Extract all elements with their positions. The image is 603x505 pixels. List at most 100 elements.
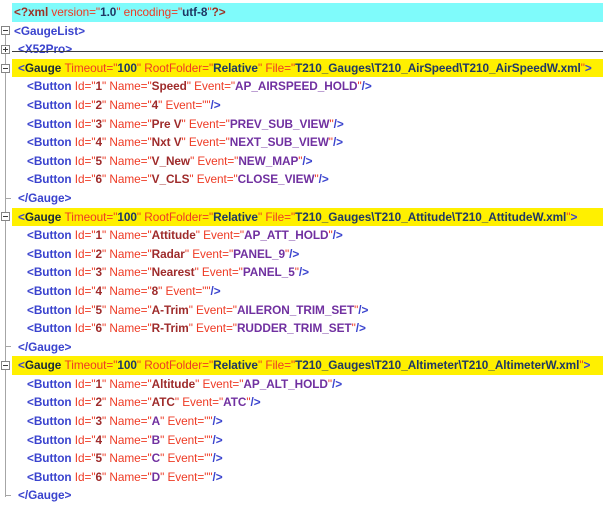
gaugelist-open-tag-line[interactable]: <GaugeList> — [0, 22, 603, 41]
event-value: B — [151, 432, 161, 447]
attribute-name: " Event=" — [195, 376, 244, 391]
button-b-line[interactable]: <Button Id="4" Name="B" Event=""/> — [0, 431, 603, 450]
xml-line-text: <Gauge Timeout="100" RootFolder="Relativ… — [12, 356, 603, 375]
tree-gutter — [0, 96, 12, 115]
attribute-name: " Event="" — [160, 432, 213, 447]
attribute-value: Nearest — [151, 265, 195, 280]
xml-line-text: <Button Id="2" Name="Radar" Event="PANEL… — [12, 245, 603, 264]
xml-line-text: </Gauge> — [12, 338, 603, 357]
expand-toggle-icon[interactable] — [1, 44, 10, 54]
tree-gutter — [0, 152, 12, 171]
xml-tag: <Button — [27, 321, 75, 336]
collapse-toggle-icon[interactable] — [1, 361, 10, 371]
x52pro-open-tag-line[interactable]: <X52Pro> — [0, 40, 603, 59]
event-value: PANEL_5 — [242, 265, 295, 280]
attribute-name: " Name=" — [102, 283, 152, 298]
xml-tag: /> — [358, 302, 369, 317]
button-c-line[interactable]: <Button Id="5" Name="C" Event=""/> — [0, 449, 603, 468]
path-value: 100 — [117, 358, 137, 373]
attribute-name: " Event=" — [181, 116, 230, 131]
collapse-toggle-icon[interactable] — [1, 26, 10, 36]
button-aileron-trim-line[interactable]: <Button Id="5" Name="A-Trim" Event="AILE… — [0, 301, 603, 320]
gauge-altimeter-open-tag-line[interactable]: <Gauge Timeout="100" RootFolder="Relativ… — [0, 356, 603, 375]
attribute-name: " Event="" — [158, 283, 211, 298]
button-atc-line[interactable]: <Button Id="2" Name="ATC" Event="ATC"/> — [0, 393, 603, 412]
button-4-line[interactable]: <Button Id="2" Name="4" Event=""/> — [0, 96, 603, 115]
attribute-name: " Event="" — [160, 414, 213, 429]
collapse-toggle-icon[interactable] — [1, 63, 10, 73]
button-nearest-line[interactable]: <Button Id="3" Name="Nearest" Event="PAN… — [0, 263, 603, 282]
event-value: AILERON_TRIM_SET — [236, 302, 355, 317]
event-value: A — [151, 414, 161, 429]
event-value: PANEL_9 — [233, 246, 285, 261]
attribute-name: " Event="" — [158, 97, 211, 112]
gauge-attitude-open-tag-line[interactable]: <Gauge Timeout="100" RootFolder="Relativ… — [0, 207, 603, 227]
xml-tag: < — [18, 358, 25, 373]
button-new-map-line[interactable]: <Button Id="5" Name="V_New" Event="NEW_M… — [0, 152, 603, 171]
xml-line-text: <Button Id="4" Name="B" Event=""/> — [12, 431, 603, 450]
path-value: T210_Gauges\T210_Attitude\T210_AttitudeW… — [295, 209, 567, 224]
tree-gutter — [0, 282, 12, 301]
tree-gutter — [0, 356, 12, 375]
tree-corner-line — [6, 197, 11, 199]
collapse-toggle-icon[interactable] — [1, 212, 10, 222]
path-value: 100 — [117, 209, 137, 224]
tree-corner-line — [6, 495, 11, 497]
attribute-name: Id=" — [74, 283, 96, 298]
button-prev-view-line[interactable]: <Button Id="3" Name="Pre V" Event="PREV_… — [0, 115, 603, 134]
xml-tag: > — [570, 209, 578, 224]
xml-tag: /> — [212, 432, 223, 447]
attribute-name: Id=" — [74, 97, 96, 112]
xml-tag: </Gauge> — [18, 190, 72, 205]
xml-tag: <Button — [27, 135, 75, 150]
attribute-name: " Event=" — [184, 246, 234, 261]
xml-tag: <Button — [27, 97, 75, 112]
button-altitude-line[interactable]: <Button Id="1" Name="Altitude" Event="AP… — [0, 375, 603, 394]
attribute-name: Id=" — [74, 414, 96, 429]
attribute-name: Id=" — [74, 246, 96, 261]
attribute-name: " Name=" — [102, 79, 152, 94]
gauge-close-tag-line[interactable]: </Gauge> — [0, 486, 603, 505]
button-attitude-line[interactable]: <Button Id="1" Name="Attitude" Event="AP… — [0, 226, 603, 245]
button-8-line[interactable]: <Button Id="4" Name="8" Event=""/> — [0, 282, 603, 301]
xml-tag: </Gauge> — [18, 488, 72, 503]
xml-line-text: <X52Pro> — [12, 40, 603, 59]
xml-declaration-line[interactable]: <?xml version="1.0" encoding="utf-8"?> — [0, 3, 603, 22]
xml-tag: <Button — [27, 265, 75, 280]
attribute-name: " Event="" — [160, 451, 213, 466]
attribute-value: Speed — [151, 79, 187, 94]
gauge-close-tag-line[interactable]: </Gauge> — [0, 338, 603, 357]
xml-line-text: <Button Id="4" Name="8" Event=""/> — [12, 282, 603, 301]
button-next-view-line[interactable]: <Button Id="4" Name="Nxt V" Event="NEXT_… — [0, 133, 603, 152]
button-rudder-trim-line[interactable]: <Button Id="6" Name="R-Trim" Event="RUDD… — [0, 319, 603, 338]
xml-line-text: <Gauge Timeout="100" RootFolder="Relativ… — [12, 207, 603, 227]
attribute-name: " Name=" — [102, 302, 152, 317]
xml-tag: <Button — [27, 414, 75, 429]
xml-tag: /> — [289, 246, 300, 261]
tree-gutter — [0, 170, 12, 189]
xml-tag: <Button — [27, 228, 75, 243]
button-close-view-line[interactable]: <Button Id="6" Name="V_CLS" Event="CLOSE… — [0, 170, 603, 189]
path-value: Relative — [213, 209, 258, 224]
attribute-name: Id=" — [74, 395, 96, 410]
attribute-value: R-Trim — [151, 321, 189, 336]
attribute-name: " encoding=" — [116, 5, 183, 19]
tree-gutter — [0, 393, 12, 412]
xml-line-text: <Button Id="1" Name="Speed" Event="AP_AI… — [12, 77, 603, 96]
event-value: D — [151, 469, 161, 484]
gauge-close-tag-line[interactable]: </Gauge> — [0, 189, 603, 208]
attribute-name: " RootFolder=" — [136, 60, 214, 75]
attribute-name: " Event=" — [188, 302, 237, 317]
path-value: 100 — [117, 60, 137, 75]
path-value: 1.0 — [100, 5, 117, 19]
xml-line-text: <GaugeList> — [12, 22, 603, 41]
attribute-name: " Event=" — [174, 395, 224, 410]
xml-tag: <Button — [27, 432, 75, 447]
button-speed-line[interactable]: <Button Id="1" Name="Speed" Event="AP_AI… — [0, 77, 603, 96]
button-d-line[interactable]: <Button Id="6" Name="D" Event=""/> — [0, 468, 603, 487]
gauge-airspeed-open-tag-line[interactable]: <Gauge Timeout="100" RootFolder="Relativ… — [0, 58, 603, 78]
path-value: Relative — [213, 358, 258, 373]
button-radar-line[interactable]: <Button Id="2" Name="Radar" Event="PANEL… — [0, 245, 603, 264]
attribute-name: " Name=" — [102, 172, 152, 187]
button-a-line[interactable]: <Button Id="3" Name="A" Event=""/> — [0, 412, 603, 431]
